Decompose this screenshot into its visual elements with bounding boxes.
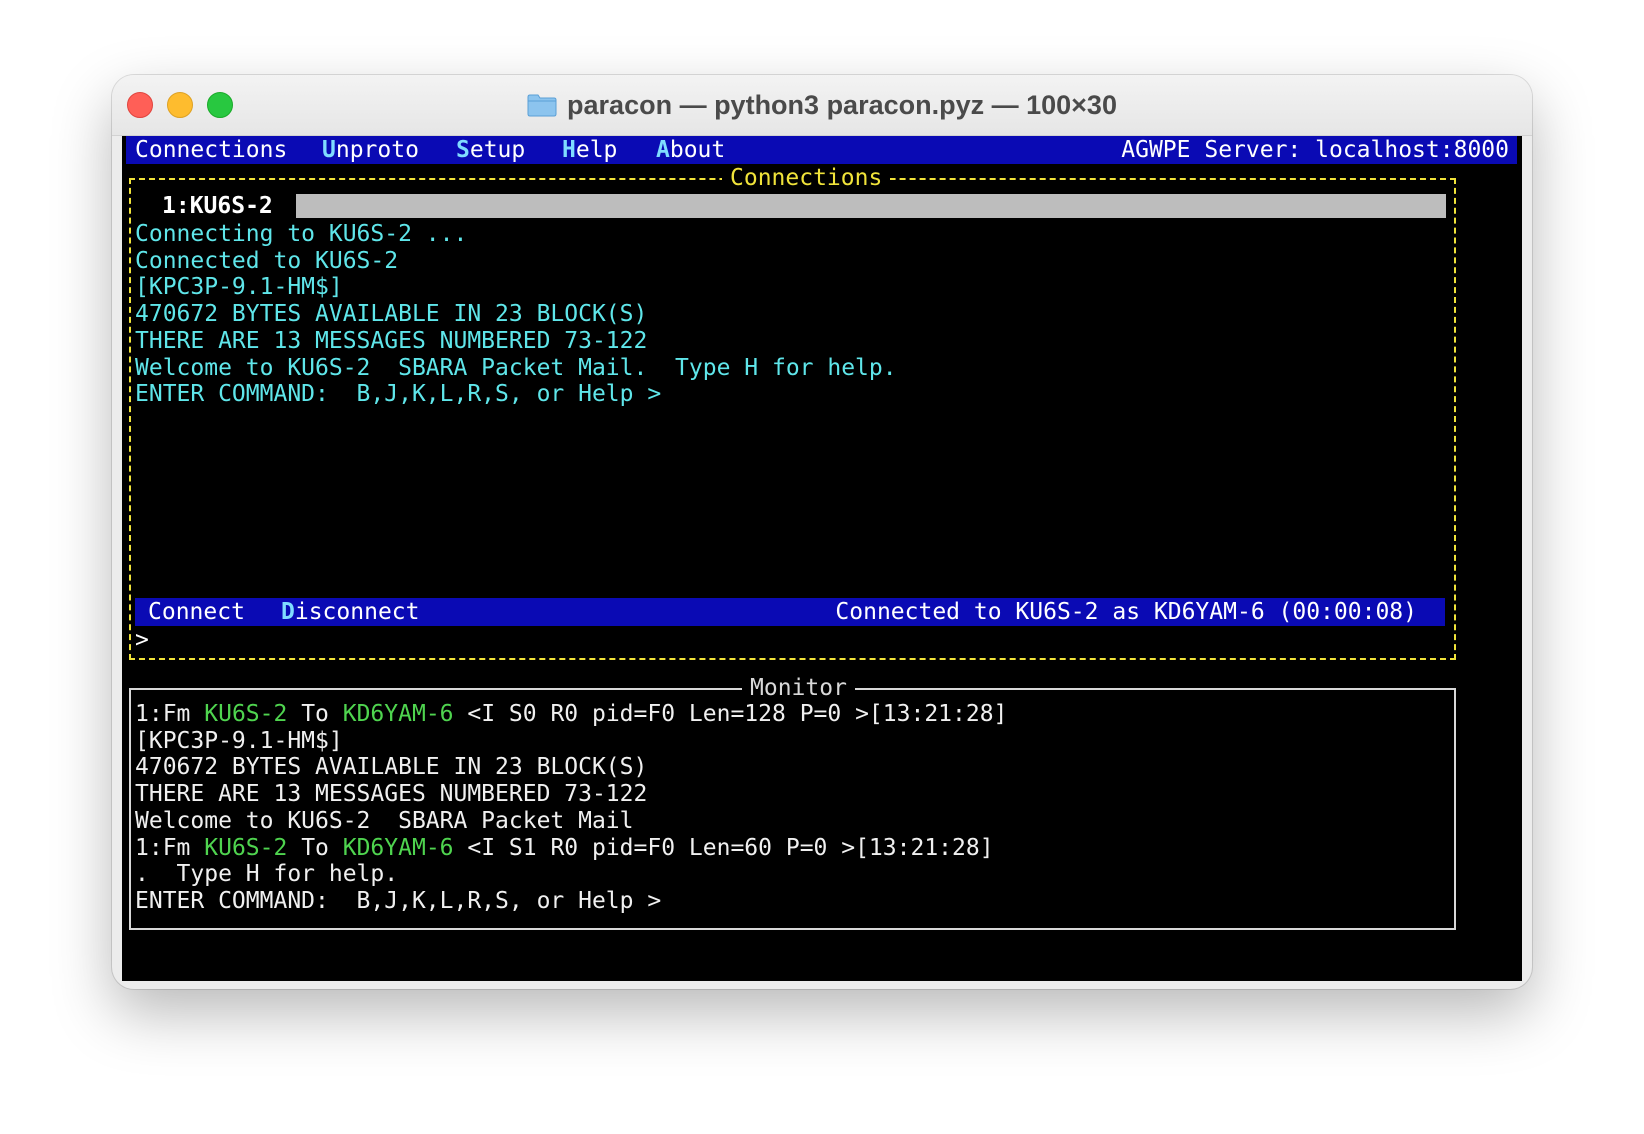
connect-button[interactable]: Connect bbox=[148, 598, 245, 626]
menu-help[interactable]: Help bbox=[562, 136, 617, 164]
session-line: Connected to KU6S-2 bbox=[135, 248, 399, 274]
session-line: ENTER COMMAND: B,J,K,L,R,S, or Help > bbox=[135, 381, 662, 407]
session-line: THERE ARE 13 MESSAGES NUMBERED 73-122 bbox=[135, 328, 648, 354]
session-line: Connecting to KU6S-2 ... bbox=[135, 221, 468, 247]
session-line: Welcome to KU6S-2 SBARA Packet Mail. Typ… bbox=[135, 355, 897, 381]
menu-about[interactable]: About bbox=[656, 136, 725, 164]
terminal-window: paracon — python3 paracon.pyz — 100×30 C… bbox=[112, 75, 1532, 989]
title-bar[interactable]: paracon — python3 paracon.pyz — 100×30 bbox=[112, 75, 1532, 136]
monitor-line: Welcome to KU6S-2 SBARA Packet Mail bbox=[135, 808, 634, 834]
session-line: [KPC3P-9.1-HM$] bbox=[135, 274, 343, 300]
window-title: paracon — python3 paracon.pyz — 100×30 bbox=[567, 89, 1117, 120]
menu-setup[interactable]: Setup bbox=[456, 136, 525, 164]
monitor-frame-header: 1:Fm KU6S-2 To KD6YAM-6 <I S1 R0 pid=F0 … bbox=[135, 835, 994, 861]
session-line: 470672 BYTES AVAILABLE IN 23 BLOCK(S) bbox=[135, 301, 648, 327]
menu-connections[interactable]: Connections bbox=[135, 136, 287, 164]
connections-panel-title: Connections bbox=[722, 164, 891, 192]
menu-bar: Connections Unproto Setup Help About AGW… bbox=[126, 136, 1517, 164]
monitor-line: . Type H for help. bbox=[135, 861, 399, 887]
monitor-line: [KPC3P-9.1-HM$] bbox=[135, 728, 343, 754]
monitor-panel-title: Monitor bbox=[742, 674, 855, 702]
connection-status: Connected to KU6S-2 as KD6YAM-6 (00:00:0… bbox=[835, 599, 1417, 625]
command-bar: Connect Disconnect Connected to KU6S-2 a… bbox=[135, 598, 1445, 626]
tab-connection-1[interactable]: 1:KU6S-2 bbox=[162, 192, 273, 220]
disconnect-button[interactable]: Disconnect bbox=[281, 598, 419, 626]
monitor-line: THERE ARE 13 MESSAGES NUMBERED 73-122 bbox=[135, 781, 648, 807]
monitor-frame-header: 1:Fm KU6S-2 To KD6YAM-6 <I S0 R0 pid=F0 … bbox=[135, 701, 1008, 727]
monitor-line: 470672 BYTES AVAILABLE IN 23 BLOCK(S) bbox=[135, 754, 648, 780]
command-input[interactable]: > bbox=[135, 626, 149, 654]
terminal-screen[interactable]: Connections Unproto Setup Help About AGW… bbox=[122, 136, 1522, 981]
tab-strip bbox=[296, 194, 1446, 218]
server-status: AGWPE Server: localhost:8000 bbox=[1121, 137, 1509, 163]
monitor-line: ENTER COMMAND: B,J,K,L,R,S, or Help > bbox=[135, 888, 662, 914]
menu-unproto[interactable]: Unproto bbox=[322, 136, 419, 164]
folder-icon bbox=[527, 93, 557, 117]
